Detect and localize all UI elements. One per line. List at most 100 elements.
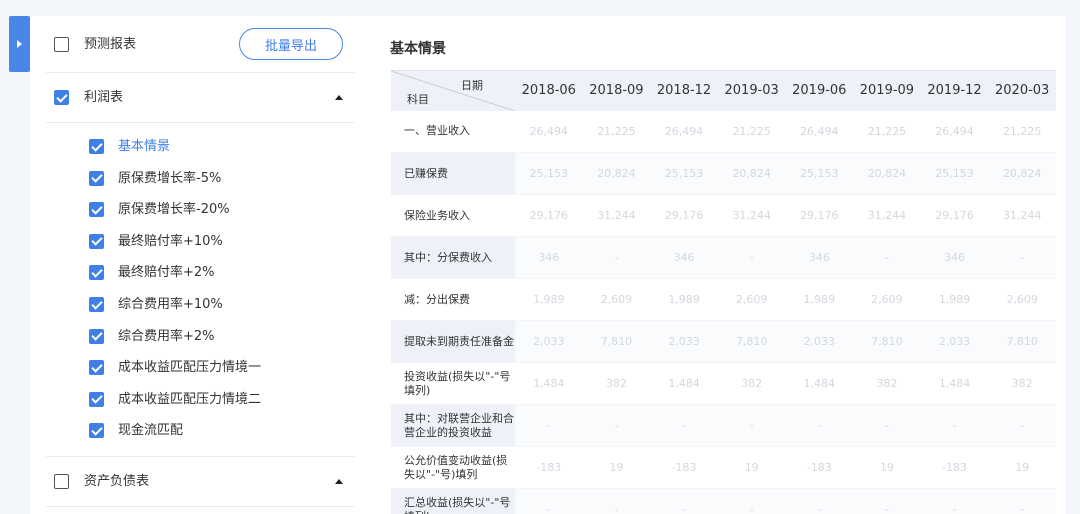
table-cell: - xyxy=(515,488,583,514)
divider xyxy=(46,456,355,457)
table-corner-cell: 日期 科目 xyxy=(391,70,515,111)
table-cell: - xyxy=(785,404,854,447)
income-statement-label: 利润表 xyxy=(84,90,124,105)
scenario-checkbox[interactable] xyxy=(89,139,104,154)
scenario-checkbox[interactable] xyxy=(89,328,104,344)
corner-subject-label: 科目 xyxy=(407,92,429,106)
scenario-checkbox[interactable] xyxy=(89,391,104,407)
table-cell: 1,484 xyxy=(650,362,718,405)
table-row: 其中：分保费收入 346-346-346-346- xyxy=(391,236,1056,279)
table-cell: 2,033 xyxy=(515,320,583,363)
sidebar-toggle-button[interactable] xyxy=(9,16,30,72)
table-cell: 31,244 xyxy=(853,194,921,237)
table-cell: 19 xyxy=(988,446,1056,489)
corner-date-label: 日期 xyxy=(461,79,483,92)
table-cell: 31,244 xyxy=(717,194,786,237)
table-row: 其中：对联营企业和合营企业的投资收益 - - - - - - - - xyxy=(391,404,1056,447)
table-cell: 7,810 xyxy=(853,320,921,363)
row-subject: 一、营业收入 xyxy=(391,110,515,153)
table-cell: - xyxy=(853,236,921,279)
table-cell: -183 xyxy=(785,446,854,489)
table-cell: 31,244 xyxy=(582,194,651,237)
table-cell: 26,494 xyxy=(920,110,989,153)
table-cell: 26,494 xyxy=(650,110,718,153)
column-header: 2019-03 xyxy=(717,70,786,111)
data-table-container: 日期 科目 2018-06 2018-09 2018-12 2019-03 2019-0… xyxy=(391,70,1056,514)
table-cell: 2,033 xyxy=(785,320,854,363)
page-title: 基本情景 xyxy=(390,41,446,57)
table-cell: - xyxy=(717,488,786,514)
scenario-checkbox[interactable] xyxy=(89,297,104,312)
row-subject: 公允价值变动收益(损失以"-"号)填列 xyxy=(391,446,515,489)
content-panel: 预测报表 批量导出 利润表 基本情景原保费增长率-5% 原保费增长率-20% 最终赔… xyxy=(30,16,1066,514)
table-cell: - xyxy=(920,404,989,447)
row-subject: 其中：分保费收入 xyxy=(391,236,515,279)
table-cell: 19 xyxy=(582,446,651,489)
report-selector: 预测报表 批量导出 利润表 基本情景原保费增长率-5% 原保费增长率-20% 最终赔… xyxy=(30,16,370,514)
table-cell: 1,484 xyxy=(920,362,989,405)
balance-sheet-checkbox[interactable] xyxy=(54,474,69,489)
row-subject: 已赚保费 xyxy=(391,152,515,195)
table-cell: 2,609 xyxy=(853,278,921,321)
table-cell: 382 xyxy=(853,362,921,405)
column-header: 2019-09 xyxy=(853,70,921,111)
table-cell: 2,609 xyxy=(717,278,786,321)
divider xyxy=(46,122,355,123)
table-cell: 2,033 xyxy=(920,320,989,363)
table-cell: 1,989 xyxy=(650,278,718,321)
caret-right-icon xyxy=(17,40,22,48)
table-cell: 1,989 xyxy=(515,278,583,321)
table-cell: - xyxy=(988,404,1056,447)
table-cell: - xyxy=(650,488,718,514)
table-row: 减：分出保费 1,989 2,609 1,989 2,609 1,989 2,609 1,98… xyxy=(391,278,1056,321)
scenario-label[interactable]: 原保费增长率-20% xyxy=(118,202,230,218)
table-cell: 2,033 xyxy=(650,320,718,363)
table-row: 提取未到期责任准备金 2,033 7,810 2,033 7,810 2,033 7,810… xyxy=(391,320,1056,363)
table-cell: - xyxy=(717,404,786,447)
table-row: 汇总收益(损失以"-"号填列)-------- xyxy=(391,488,1056,514)
table-cell: - xyxy=(582,236,651,279)
table-cell: 382 xyxy=(582,362,651,405)
table-cell: 7,810 xyxy=(582,320,651,363)
income-statement-checkbox[interactable] xyxy=(54,90,69,105)
scenario-checkbox[interactable] xyxy=(89,423,104,439)
scenario-label[interactable]: 综合费用率+10% xyxy=(118,297,223,313)
table-row: 公允价值变动收益(损失以"-"号)填列 -183 19 -183 19 -183 19 -18… xyxy=(391,446,1056,489)
row-subject: 保险业务收入 xyxy=(391,194,515,237)
batch-export-button[interactable]: 批量导出 xyxy=(239,28,343,60)
scenario-label[interactable]: 成本收益匹配压力情境一 xyxy=(118,360,261,376)
balance-sheet-label: 资产负债表 xyxy=(84,474,150,489)
column-header: 2019-06 xyxy=(785,70,854,111)
table-cell: 25,153 xyxy=(515,152,583,195)
row-subject: 其中：对联营企业和合营企业的投资收益 xyxy=(391,404,515,447)
scenario-label[interactable]: 成本收益匹配压力情境二 xyxy=(118,392,261,408)
collapse-caret-icon[interactable] xyxy=(335,479,343,484)
scenario-label[interactable]: 最终赔付率+2% xyxy=(118,265,215,281)
table-cell: 382 xyxy=(988,362,1056,405)
scenario-label[interactable]: 基本情景 xyxy=(118,139,170,155)
table-cell: - xyxy=(717,236,786,279)
table-cell: 21,225 xyxy=(853,110,921,153)
table-cell: 21,225 xyxy=(582,110,651,153)
table-cell: 20,824 xyxy=(853,152,921,195)
forecast-report-label: 预测报表 xyxy=(84,37,137,52)
scenario-label[interactable]: 最终赔付率+10% xyxy=(118,234,223,250)
scenario-label[interactable]: 原保费增长率-5% xyxy=(118,171,221,187)
row-subject: 减：分出保费 xyxy=(391,278,515,321)
row-subject: 提取未到期责任准备金 xyxy=(391,320,515,363)
scenario-checkbox[interactable] xyxy=(89,360,104,376)
scenario-checkbox[interactable] xyxy=(89,233,104,249)
scenario-label[interactable]: 综合费用率+2% xyxy=(118,329,215,345)
scenario-checkbox[interactable] xyxy=(89,265,104,281)
scenario-label[interactable]: 现金流匹配 xyxy=(118,423,183,439)
forecast-report-checkbox[interactable] xyxy=(54,37,69,52)
table-body: 一、营业收入 26,494 21,225 26,494 21,225 26,494 21,2… xyxy=(391,110,1056,514)
table-cell: 20,824 xyxy=(582,152,651,195)
collapse-caret-icon[interactable] xyxy=(335,95,343,100)
table-cell: 29,176 xyxy=(515,194,583,237)
table-cell: 346 xyxy=(920,236,989,279)
table-cell: 25,153 xyxy=(920,152,989,195)
scenario-checkbox[interactable] xyxy=(89,202,104,218)
table-row: 保险业务收入 29,176 31,244 29,176 31,244 29,176 31,2… xyxy=(391,194,1056,237)
scenario-checkbox[interactable] xyxy=(89,170,104,186)
